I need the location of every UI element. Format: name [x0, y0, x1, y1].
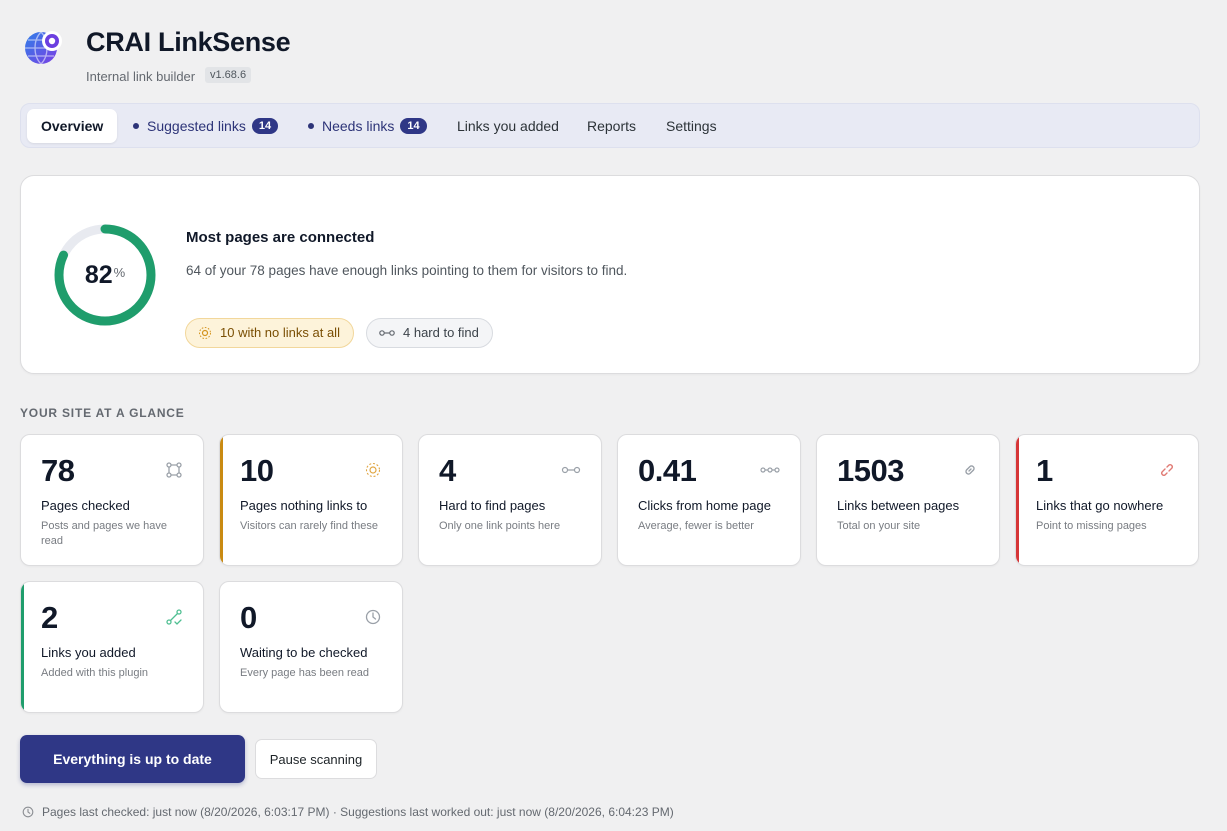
up-to-date-button[interactable]: Everything is up to date	[20, 735, 245, 783]
stat-value: 10	[240, 453, 274, 488]
stat-card-hard-to-find: 4 Hard to find pages Only one link point…	[418, 434, 602, 566]
clock-icon	[22, 806, 34, 818]
tab-label: Needs links	[322, 118, 395, 134]
stat-card-orphan-pages: 10 Pages nothing links to Visitors can r…	[219, 434, 403, 566]
stat-desc: Every page has been read	[240, 667, 370, 679]
tab-label: Reports	[587, 118, 637, 134]
stat-value: 1	[1036, 453, 1053, 488]
scan-status-text: Pages last checked: just now (8/20/2026,…	[42, 805, 674, 819]
success-accent	[21, 582, 24, 712]
no-links-pill[interactable]: 10 with no links at all	[185, 318, 354, 348]
stat-desc: Visitors can rarely find these	[240, 520, 378, 532]
globe-target-icon	[25, 31, 62, 65]
broken-link-icon	[1161, 464, 1173, 476]
danger-accent	[1016, 435, 1019, 565]
stat-card-broken-links: 1 Links that go nowhere Point to missing…	[1015, 434, 1199, 566]
stat-label: Clicks from home page	[638, 498, 771, 513]
stat-desc: Point to missing pages	[1036, 520, 1147, 532]
tab-suggested-links[interactable]: Suggested links 14	[133, 109, 279, 143]
stat-label: Pages nothing links to	[240, 498, 368, 513]
health-summary-card: 82% Most pages are connected 64 of your …	[20, 175, 1200, 374]
hard-to-find-pill[interactable]: 4 hard to find	[366, 318, 493, 348]
clock-icon	[365, 609, 381, 625]
stat-card-total-links: 1503 Links between pages Total on your s…	[816, 434, 1000, 566]
count-badge: 14	[251, 118, 279, 135]
stat-desc: Only one link points here	[439, 520, 561, 532]
sun-icon	[199, 326, 211, 339]
stat-desc: Posts and pages we have read	[41, 520, 167, 547]
app-title: CRAI LinkSense	[86, 27, 291, 57]
stat-value: 0	[240, 600, 257, 635]
stat-desc: Total on your site	[837, 520, 921, 532]
coverage-percent: 82	[84, 260, 113, 289]
sun-icon	[365, 462, 381, 478]
stat-desc: Average, fewer is better	[638, 520, 754, 532]
stat-desc: Added with this plugin	[41, 667, 149, 679]
progress-ring-label: 82%	[53, 223, 157, 327]
stat-label: Pages checked	[41, 498, 130, 513]
stat-card-click-depth: 0.41 Clicks from home page Average, fewe…	[617, 434, 801, 566]
stat-value: 2	[41, 600, 58, 635]
stat-value: 0.41	[638, 453, 697, 488]
stat-card-queue: 0 Waiting to be checked Every page has b…	[219, 581, 403, 713]
stat-card-pages-checked: 78 Pages checked Posts and pages we have…	[20, 434, 204, 566]
pause-scanning-button[interactable]: Pause scanning	[255, 739, 377, 779]
pill-label: 4 hard to find	[403, 325, 479, 340]
pill-label: 10 with no links at all	[220, 325, 340, 340]
scan-status: Pages last checked: just now (8/20/2026,…	[22, 805, 674, 819]
stat-label: Links that go nowhere	[1036, 498, 1164, 513]
dots-chain-icon	[760, 467, 780, 473]
stat-label: Links between pages	[837, 498, 960, 513]
summary-text: 64 of your 78 pages have enough links po…	[186, 263, 628, 278]
tab-needs-links[interactable]: Needs links 14	[308, 109, 427, 143]
tab-links-you-added[interactable]: Links you added	[457, 109, 559, 143]
summary-heading: Most pages are connected	[186, 229, 375, 246]
app-subtitle: Internal link builder	[86, 69, 196, 84]
stat-label: Waiting to be checked	[240, 645, 368, 660]
chain-icon	[379, 329, 395, 336]
tab-label: Overview	[41, 118, 104, 134]
count-badge: 14	[400, 118, 427, 135]
route-icon	[166, 609, 182, 625]
tab-reports[interactable]: Reports	[587, 109, 636, 143]
version-badge: v1.68.6	[205, 67, 252, 83]
tab-label: Suggested links	[147, 118, 246, 134]
stat-value: 78	[41, 453, 75, 488]
app-header: CRAI LinkSense Internal link builder v1.…	[22, 26, 622, 96]
stat-card-links-added: 2 Links you added Added with this plugin	[20, 581, 204, 713]
tab-label: Links you added	[457, 118, 559, 134]
link-icon	[965, 465, 975, 475]
section-title: YOUR SITE AT A GLANCE	[20, 406, 185, 420]
stat-label: Links you added	[41, 645, 136, 660]
dot-icon	[133, 123, 139, 130]
stat-value: 4	[439, 453, 456, 488]
dot-icon	[308, 123, 314, 130]
percent-sign: %	[113, 264, 126, 280]
warning-accent	[220, 435, 223, 565]
chain-icon	[561, 466, 581, 474]
stat-value: 1503	[837, 453, 904, 488]
tab-bar: Overview Suggested links 14 Needs links 14…	[20, 103, 1200, 148]
tab-overview[interactable]: Overview	[27, 109, 118, 143]
tab-settings[interactable]: Settings	[666, 109, 717, 143]
tab-label: Settings	[666, 118, 717, 134]
nodes-icon	[166, 462, 182, 478]
stat-label: Hard to find pages	[439, 498, 546, 513]
